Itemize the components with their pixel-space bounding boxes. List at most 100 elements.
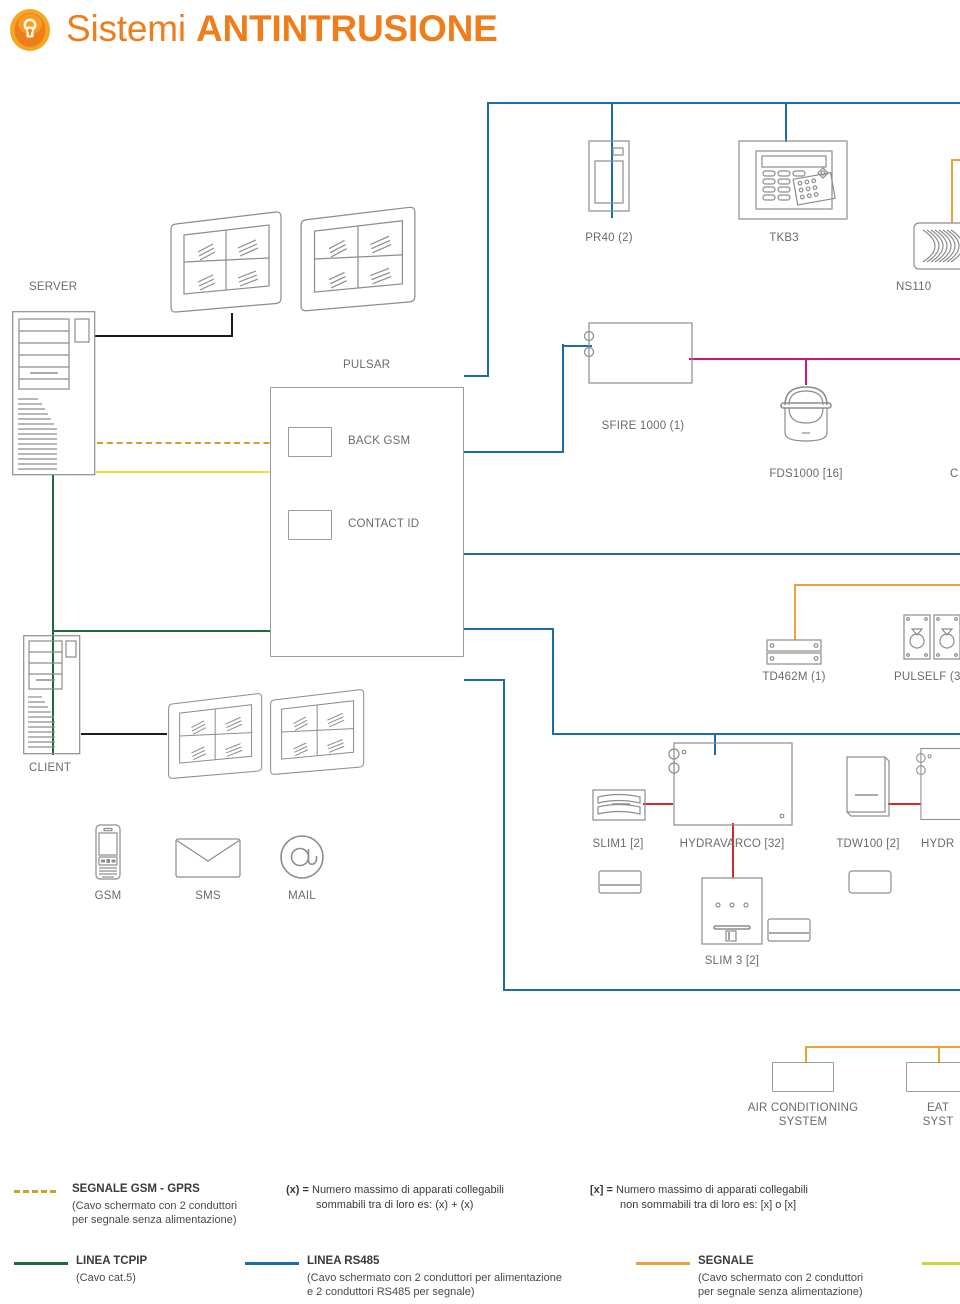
shield-lock-icon: [10, 9, 50, 51]
mobile-phone-icon: [95, 824, 121, 880]
envelope-icon: [175, 838, 241, 878]
legend-sub-gsm-gprs-line2: per segnale senza alimentazione): [72, 1214, 237, 1226]
slim-card-icon: [598, 870, 642, 894]
keypad-icon: [738, 140, 848, 220]
server-tower-icon: [12, 311, 96, 476]
legend-note-round-line1: Numero massimo di apparati collegabili: [312, 1184, 504, 1196]
monitor-quad-icon: [270, 689, 365, 775]
legend-note-square-line2: non sommabili tra di loro es: [x] o [x]: [620, 1199, 797, 1211]
at-sign-icon: [280, 835, 324, 879]
back-gsm-label: BACK GSM: [348, 435, 411, 447]
wire-black-monitor-stem: [231, 313, 233, 336]
legend-note-round-prefix: (x): [286, 1184, 300, 1196]
wire-orange-eat-drop: [938, 1046, 940, 1062]
legend-sub-segnale-line2: per segnale senza alimentazione): [698, 1286, 863, 1298]
legend-sub-linea-rs485-line2: e 2 conduttori RS485 per segnale): [307, 1286, 475, 1298]
pir-triple-icon: [903, 614, 960, 660]
wire-magenta-sfire-bus: [689, 358, 960, 360]
expander-box-icon: [668, 742, 793, 826]
monitor-quad-icon: [300, 206, 416, 312]
monitor-quad-icon: [168, 693, 263, 779]
legend-note-round: (x) = Numero massimo di apparati collega…: [286, 1183, 504, 1213]
legend-swatch-linea-tcpip: [14, 1262, 68, 1265]
wire-black-server-monitor: [95, 335, 233, 337]
slim3-sensor-icon: [701, 877, 763, 945]
legend-sub-linea-tcpip-line1: (Cavo cat.5): [76, 1272, 136, 1284]
slim-sensor-icon: [592, 789, 646, 821]
blank-box-icon: [772, 1062, 834, 1092]
wire-rs485-to-pulsar-b: [464, 451, 564, 453]
wire-orange-aircond-drop: [805, 1046, 807, 1062]
blank-box-icon: [906, 1062, 960, 1092]
air-conditioning-label-line2: SYSTEM: [778, 1116, 828, 1128]
td462m-label: TD462M (1): [762, 671, 826, 683]
ns110-label: NS110: [896, 281, 932, 293]
mail-label: MAIL: [288, 890, 316, 902]
air-conditioning-label-line1: AIR CONDITIONING: [747, 1102, 859, 1114]
pulsar-label: PULSAR: [343, 359, 391, 371]
hydravarco-label: HYDRAVARCO [32]: [679, 838, 785, 850]
legend-title-segnale: SEGNALE: [698, 1255, 754, 1267]
server-label: SERVER: [29, 281, 78, 293]
wire-orange-ns110-drop: [951, 159, 953, 223]
wire-orange-ns110-top: [951, 159, 960, 161]
wire-rs485-sfire-drop: [562, 344, 564, 453]
pr40-label: PR40 (2): [585, 232, 633, 244]
contact-id-label: CONTACT ID: [348, 518, 420, 530]
wire-orange-td462m-drop: [794, 584, 796, 640]
page-title: Sistemi ANTINTRUSIONE: [66, 2, 498, 56]
slim3-label: SLIM 3 [2]: [704, 955, 760, 967]
pulself-label: PULSELF (3: [894, 671, 960, 683]
legend-swatch-linea-rs485: [245, 1262, 299, 1265]
slim1-label: SLIM1 [2]: [592, 838, 644, 850]
eating-system-label-line1: EAT: [926, 1102, 950, 1114]
legend: SEGNALE GSM - GPRS (Cavo schermato con 2…: [0, 1170, 960, 1304]
legend-title-gsm-gprs: SEGNALE GSM - GPRS: [72, 1183, 200, 1195]
wire-rs485-top-bus: [487, 102, 960, 104]
legend-title-linea-tcpip: LINEA TCPIP: [76, 1255, 148, 1267]
module-box-icon: [288, 427, 332, 457]
monitor-quad-icon: [170, 211, 282, 313]
siren-icon: [913, 222, 960, 270]
fds1000-label: FDS1000 [16]: [769, 468, 843, 480]
wire-rs485-hydra-drop: [552, 628, 554, 734]
wire-orange-td462m-bus: [794, 584, 960, 586]
cut-c-label: C: [950, 468, 959, 480]
slim3-card-icon: [767, 918, 811, 942]
legend-swatch-segnale: [636, 1262, 690, 1265]
tdw100-label: TDW100 [2]: [836, 838, 900, 850]
air-conditioning-label: AIR CONDITIONING SYSTEM: [748, 1101, 859, 1129]
wire-rs485-bottom-trunk: [503, 679, 505, 990]
legend-title-linea-rs485: LINEA RS485: [307, 1255, 380, 1267]
eating-system-label-line2: SYST: [922, 1116, 954, 1128]
client-label: CLIENT: [29, 762, 72, 774]
tkb3-label: TKB3: [769, 232, 799, 244]
module-box-icon: [288, 510, 332, 540]
wire-orange-bottom-bus: [805, 1046, 960, 1048]
eating-system-label: EAT SYST: [923, 1101, 954, 1129]
legend-note-square: [x] = Numero massimo di apparati collega…: [590, 1183, 808, 1213]
page-title-bold: ANTINTRUSIONE: [195, 8, 498, 49]
expander-box-icon: [916, 747, 960, 821]
wire-rs485-bus-hydra: [552, 733, 960, 735]
wire-rs485-bus-mid: [464, 553, 960, 555]
reader-icon: [588, 140, 630, 212]
wire-rs485-branch-tkb3: [785, 102, 787, 142]
legend-sub-linea-rs485-line1: (Cavo schermato con 2 conduttori per ali…: [307, 1272, 562, 1284]
legend-note-round-eq: =: [299, 1184, 312, 1196]
legend-sub-gsm-gprs-line1: (Cavo schermato con 2 conduttori: [72, 1200, 238, 1212]
smoke-detector-icon: [780, 386, 832, 442]
wire-rs485-trunk-main: [487, 102, 489, 376]
legend-swatch-gsm-gprs: [14, 1190, 56, 1193]
legend-note-round-line2: sommabili tra di loro es: (x) + (x): [316, 1199, 474, 1211]
wire-rs485-to-pulsar-c: [464, 628, 554, 630]
wire-rs485-to-pulsar-d: [464, 679, 504, 681]
din-module-icon: [766, 639, 822, 665]
module-box-icon: [583, 322, 693, 384]
antintrusione-diagram-page: Sistemi ANTINTRUSIONE SERVER CLIENT PULS…: [0, 0, 960, 1304]
hydr-cut-label: HYDR: [921, 838, 955, 850]
wire-gsm-gprs-dashed: [97, 442, 289, 444]
wire-rs485-bottom-bus: [503, 989, 960, 991]
tdw-card-icon: [848, 870, 892, 894]
sfire1000-label: SFIRE 1000 (1): [601, 420, 685, 432]
